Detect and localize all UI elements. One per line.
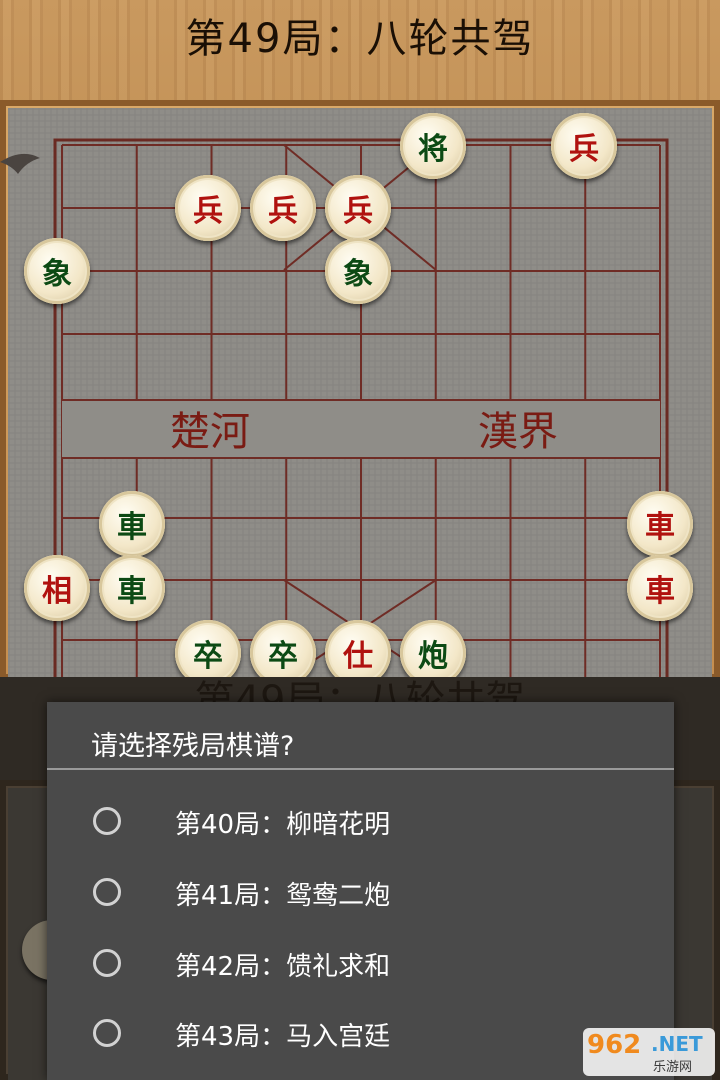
page-title: 第49局：八轮共驾 (185, 16, 535, 62)
piece-bing[interactable]: 兵 (175, 175, 241, 241)
piece-jiang[interactable]: 将 (400, 113, 466, 179)
radio-button[interactable] (93, 949, 121, 977)
piece-che[interactable]: 車 (627, 491, 693, 557)
option-label: 第43局：马入宫廷 (175, 1022, 391, 1052)
watermark-net: .NET (651, 1032, 703, 1056)
piece-bing[interactable]: 兵 (250, 175, 316, 241)
option-label: 第42局：馈礼求和 (175, 952, 391, 982)
dialog-divider (47, 768, 674, 770)
option-item[interactable]: 第43局：马入宫廷 (47, 1000, 674, 1070)
piece-bing[interactable]: 兵 (325, 175, 391, 241)
piece-xiang-red[interactable]: 相 (24, 555, 90, 621)
watermark-number: 962 (587, 1030, 642, 1060)
watermark-sub: 乐游网 (653, 1060, 693, 1075)
river-left-text: 楚河 (170, 409, 250, 455)
dialog-title: 请选择残局棋谱? (91, 731, 295, 762)
piece-xiang[interactable]: 象 (325, 238, 391, 304)
option-item[interactable]: 第41局：鸳鸯二炮 (47, 859, 674, 929)
piece-bing[interactable]: 兵 (551, 113, 617, 179)
option-label: 第41局：鸳鸯二炮 (175, 881, 391, 911)
piece-che[interactable]: 車 (627, 555, 693, 621)
option-item[interactable]: 第42局：馈礼求和 (47, 930, 674, 1000)
piece-che[interactable]: 車 (99, 491, 165, 557)
radio-button[interactable] (93, 878, 121, 906)
endgame-select-dialog: 请选择残局棋谱? 第40局：柳暗花明 第41局：鸳鸯二炮 第42局：馈礼求和 第… (47, 702, 674, 1080)
piece-xiang[interactable]: 象 (24, 238, 90, 304)
river-right-text: 漢界 (478, 409, 558, 455)
radio-button[interactable] (93, 807, 121, 835)
radio-button[interactable] (93, 1019, 121, 1047)
watermark-logo: 962 .NET 乐游网 (583, 1028, 715, 1076)
piece-che[interactable]: 車 (99, 555, 165, 621)
option-label: 第40局：柳暗花明 (175, 810, 391, 840)
option-item[interactable]: 第40局：柳暗花明 (47, 788, 674, 858)
